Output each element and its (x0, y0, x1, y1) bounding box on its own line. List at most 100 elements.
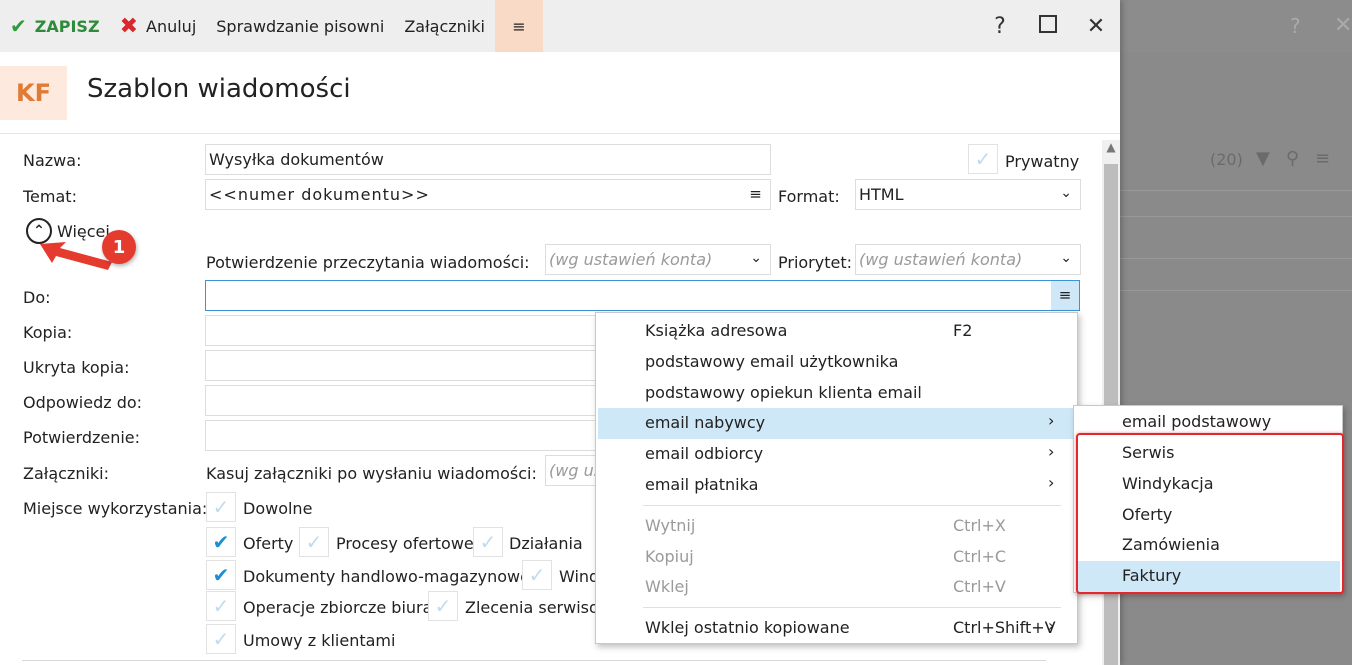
chevron-right-icon: › (1048, 616, 1055, 635)
to-menu-icon[interactable]: ≡ (1051, 281, 1079, 310)
usage-contracts-label: Umowy z klientami (243, 631, 396, 650)
usage-offer-processes-checkbox[interactable]: ✓ (299, 527, 329, 557)
background-divider (1120, 258, 1352, 259)
help-button[interactable]: ? (976, 14, 1024, 39)
usage-offers-checkbox[interactable]: ✔ (206, 527, 236, 557)
menu-item-label: Wklej (645, 577, 689, 596)
menu-item-label: Wytnij (645, 516, 696, 535)
attachments-label: Załączniki: (23, 464, 109, 483)
usage-windykacja-checkbox[interactable]: ✓ (522, 560, 552, 590)
annotation-highlight-box (1076, 433, 1344, 594)
spellcheck-button[interactable]: Sprawdzanie pisowni (206, 0, 394, 52)
menu-item-paste-recent[interactable]: Wklej ostatnio kopiowane Ctrl+Shift+V › (598, 613, 1075, 644)
subject-menu-icon[interactable]: ≡ (742, 180, 770, 209)
chevron-down-icon: ⌄ (750, 250, 762, 266)
save-button[interactable]: ✔ ZAPISZ (0, 0, 110, 52)
priority-select[interactable]: (wg ustawień konta) ⌄ (855, 244, 1081, 275)
search-icon: ⚲ (1285, 148, 1300, 169)
menu-item-shortcut: Ctrl+C (953, 547, 1007, 566)
usage-offer-processes-label: Procesy ofertowe (336, 534, 474, 553)
menu-item-buyer-email[interactable]: email nabywcy › (598, 408, 1075, 439)
page-title: Szablon wiadomości (87, 74, 351, 104)
to-input[interactable]: ≡ (205, 280, 1080, 311)
cc-input[interactable] (205, 315, 605, 346)
section-divider (22, 660, 1046, 661)
menu-item-user-email[interactable]: podstawowy email użytkownika (598, 347, 1075, 378)
menu-item-recipient-email[interactable]: email odbiorcy › (598, 439, 1075, 470)
read-receipt-select[interactable]: (wg ustawień konta) ⌄ (545, 244, 771, 275)
read-receipt-label: Potwierdzenie przeczytania wiadomości: (206, 253, 530, 272)
reply-to-label: Odpowiedz do: (23, 393, 143, 412)
checkmark-icon: ✓ (479, 530, 497, 554)
checkmark-icon: ✓ (974, 147, 992, 171)
filter-icon: ▼ (1256, 148, 1270, 169)
usage-offers-label: Oferty (243, 534, 294, 553)
menu-item-address-book[interactable]: Książka adresowa F2 (598, 316, 1075, 347)
maximize-icon (1039, 14, 1057, 33)
format-select[interactable]: HTML ⌄ (855, 179, 1081, 210)
checkmark-icon: ✔ (212, 563, 230, 587)
close-button[interactable]: ✕ (1072, 14, 1120, 39)
background-divider (1120, 190, 1352, 191)
confirmation-input[interactable] (205, 420, 605, 451)
usage-bulk-ops-label: Operacje zbiorcze biura (243, 598, 433, 617)
usage-actions-checkbox[interactable]: ✓ (473, 527, 503, 557)
chevron-down-icon: ⌄ (1060, 185, 1072, 201)
name-label: Nazwa: (23, 151, 82, 170)
checkmark-icon: ✓ (528, 563, 546, 587)
bcc-input[interactable] (205, 350, 605, 381)
menu-item-label: podstawowy email użytkownika (645, 352, 899, 371)
menu-separator (643, 505, 1061, 506)
format-value: HTML (859, 185, 904, 204)
menu-item-shortcut: Ctrl+Shift+V (953, 618, 1056, 637)
usage-service-orders-checkbox[interactable]: ✓ (428, 591, 458, 621)
background-close-button: ✕ (1334, 13, 1352, 38)
maximize-button[interactable] (1024, 14, 1072, 39)
cancel-button[interactable]: ✖ Anuluj (110, 0, 207, 52)
usage-service-orders-label: Zlecenia serwisow (465, 598, 612, 617)
menu-item-label: Książka adresowa (645, 321, 788, 340)
menu-item-label: email nabywcy (645, 413, 766, 432)
menu-item-shortcut: F2 (953, 321, 973, 340)
subject-input[interactable]: <<numer dokumentu>> ≡ (205, 179, 771, 210)
menu-item-client-manager-email[interactable]: podstawowy opiekun klienta email (598, 378, 1075, 409)
menu-item-payer-email[interactable]: email płatnika › (598, 470, 1075, 501)
menu-item-label: podstawowy opiekun klienta email (645, 383, 922, 402)
checkmark-icon: ✓ (305, 530, 323, 554)
usage-trade-docs-checkbox[interactable]: ✔ (206, 560, 236, 590)
chevron-right-icon: › (1048, 442, 1055, 461)
usage-anywhere-checkbox[interactable]: ✓ (206, 492, 236, 522)
chevron-down-icon: ⌄ (1060, 250, 1072, 266)
usage-windykacja-label: Wind (559, 567, 600, 586)
usage-anywhere-label: Dowolne (243, 499, 313, 518)
menu-item-shortcut: Ctrl+V (953, 577, 1006, 596)
menu-item-copy[interactable]: Kopiuj Ctrl+C (598, 542, 1075, 573)
window-controls: ? ✕ (976, 0, 1120, 52)
background-help-button: ? (1290, 14, 1301, 38)
menu-separator (643, 607, 1061, 608)
to-label: Do: (23, 288, 51, 307)
checkmark-icon: ✔ (212, 530, 230, 554)
menu-item-shortcut: Ctrl+X (953, 516, 1006, 535)
delete-attachments-label: Kasuj załączniki po wysłaniu wiadomości: (206, 464, 537, 483)
attachments-button[interactable]: Załączniki (394, 0, 495, 52)
background-record-count: (20) (1210, 150, 1243, 169)
menu-item-cut[interactable]: Wytnij Ctrl+X (598, 511, 1075, 542)
menu-item-paste[interactable]: Wklej Ctrl+V (598, 572, 1075, 603)
name-input[interactable]: Wysyłka dokumentów (205, 144, 771, 175)
background-divider (1120, 216, 1352, 217)
private-checkbox[interactable]: ✓ (968, 144, 998, 174)
menu-item-label: Kopiuj (645, 547, 694, 566)
checkmark-icon: ✓ (212, 594, 230, 618)
save-label: ZAPISZ (34, 16, 100, 36)
cc-label: Kopia: (23, 323, 73, 342)
priority-label: Priorytet: (778, 253, 853, 272)
usage-contracts-checkbox[interactable]: ✓ (206, 624, 236, 654)
more-menu-button[interactable]: ≡ (494, 0, 543, 52)
context-menu: Książka adresowa F2 podstawowy email uży… (595, 312, 1078, 644)
reply-to-input[interactable] (205, 385, 605, 416)
usage-trade-docs-label: Dokumenty handlowo-magazynowe (243, 567, 530, 586)
usage-bulk-ops-checkbox[interactable]: ✓ (206, 591, 236, 621)
scroll-up-icon[interactable]: ▲ (1102, 140, 1120, 158)
menu-icon: ≡ (1315, 148, 1331, 169)
